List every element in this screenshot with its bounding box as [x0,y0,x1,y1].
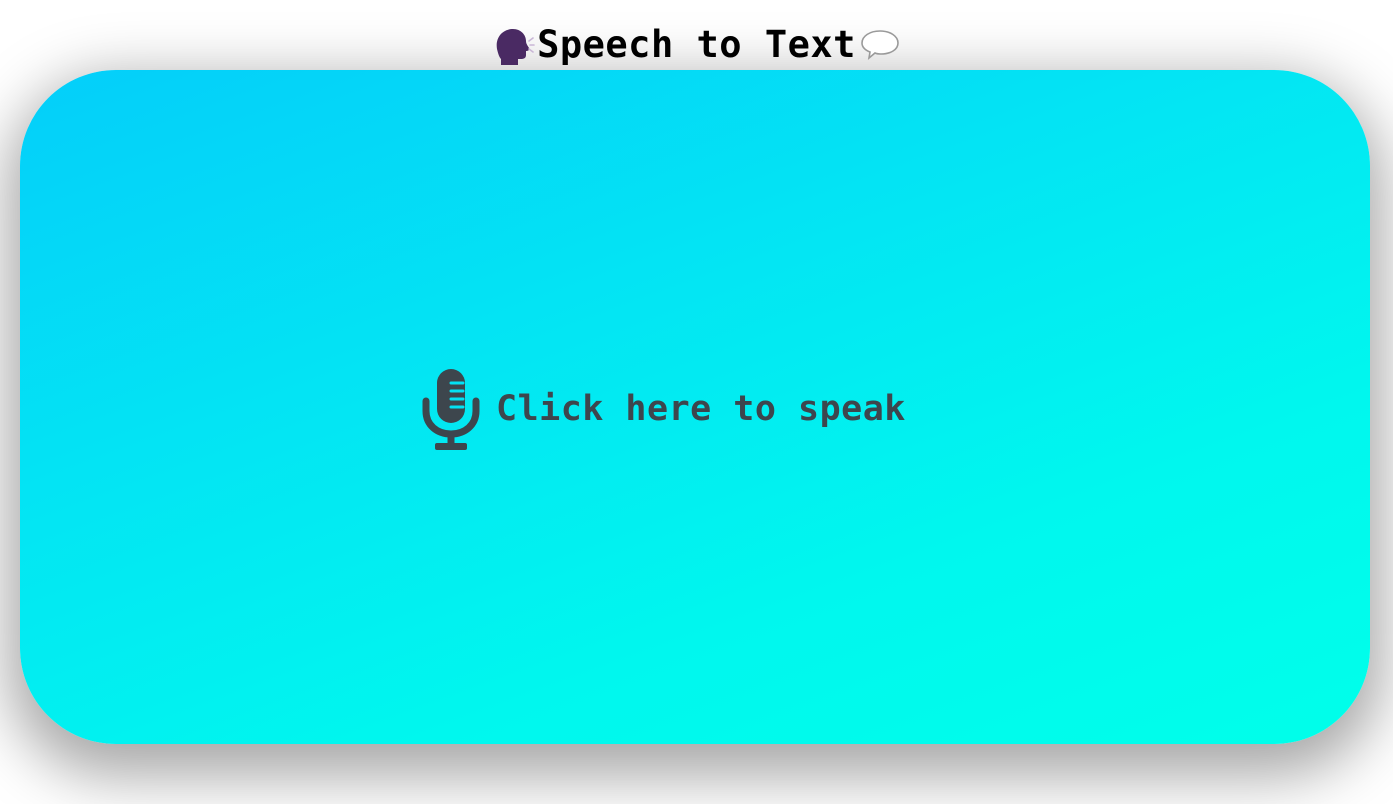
page-title: Speech to Text [0,22,1393,68]
speak-button-label: Click here to speak [496,389,906,429]
speaking-head-icon [491,23,535,67]
speak-button[interactable]: Click here to speak [420,364,906,454]
title-text: Speech to Text [537,23,856,66]
microphone-icon [420,367,482,451]
speech-balloon-icon [858,23,902,67]
